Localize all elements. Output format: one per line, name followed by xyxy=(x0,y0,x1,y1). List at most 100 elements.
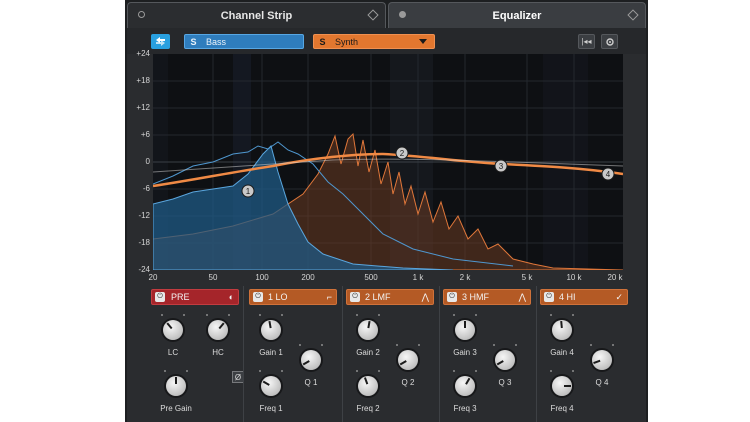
freq-1-knob[interactable] xyxy=(261,376,281,396)
power-icon[interactable]: ⏻ xyxy=(447,292,457,302)
knob-scale xyxy=(257,370,285,374)
band-4: ⏻ 4 HI ✓ Gain 4 Q 4 Freq 4 xyxy=(540,286,632,422)
power-icon[interactable]: ⏻ xyxy=(155,292,165,302)
peak-icon[interactable]: ⋀ xyxy=(422,292,429,303)
divider xyxy=(536,286,537,422)
knob-scale xyxy=(491,344,519,348)
band-name: 2 LMF xyxy=(365,292,391,302)
q-label: Q 3 xyxy=(498,378,512,387)
peak-icon[interactable]: ⋀ xyxy=(519,292,526,303)
gain-3-knob[interactable] xyxy=(455,320,475,340)
freq-label: Freq 2 xyxy=(356,404,380,413)
q-label: Q 2 xyxy=(401,378,415,387)
chevron-down-icon xyxy=(419,39,427,44)
band-1: ⏻ 1 LO ⌐ Gain 1 Q 1 Freq 1 xyxy=(249,286,341,422)
gain-2-knob[interactable] xyxy=(358,320,378,340)
y-tick-label: -12 xyxy=(138,211,150,220)
channel-selector-bass[interactable]: S Bass xyxy=(184,34,304,49)
eq-node-2[interactable]: 2 xyxy=(395,146,409,160)
knob-scale xyxy=(548,314,576,318)
channel-name: Bass xyxy=(206,36,227,47)
x-tick-label: 10 k xyxy=(566,273,582,282)
gain-1-knob[interactable] xyxy=(261,320,281,340)
knob-scale xyxy=(162,370,190,374)
band-name: 4 HI xyxy=(559,292,576,302)
equalizer-panel: S Bass S Synth |◂◂ 1 2 3 4 +24 +18 +12 +… xyxy=(127,28,646,422)
freq-label: Freq 4 xyxy=(550,404,574,413)
knob-scale xyxy=(159,314,187,318)
edit-icon[interactable]: ◐ xyxy=(229,292,234,302)
knob-scale xyxy=(588,344,616,348)
band-name: 1 LO xyxy=(268,292,288,302)
x-tick-label: 200 xyxy=(301,273,315,282)
skip-back-icon: |◂◂ xyxy=(581,37,592,46)
eq-graph: 1 2 3 4 xyxy=(153,54,623,270)
freq-label: Freq 3 xyxy=(453,404,477,413)
band-2-header[interactable]: ⏻ 2 LMF ⋀ xyxy=(346,289,434,305)
q-2-knob[interactable] xyxy=(398,350,418,370)
band-4-header[interactable]: ⏻ 4 HI ✓ xyxy=(540,289,628,305)
freq-2-knob[interactable] xyxy=(358,376,378,396)
svg-text:2: 2 xyxy=(400,149,405,158)
hc-knob[interactable] xyxy=(208,320,228,340)
knob-scale xyxy=(354,314,382,318)
eq-curve-display[interactable]: 1 2 3 4 +24 +18 +12 +6 0 -6 -12 -18 -24 … xyxy=(136,49,623,282)
channel-selector-synth[interactable]: S Synth xyxy=(313,34,435,49)
tab-channel-strip[interactable]: Channel Strip xyxy=(127,2,386,28)
power-icon[interactable]: ⏻ xyxy=(350,292,360,302)
pre-gain-knob[interactable] xyxy=(166,376,186,396)
hc-label: HC xyxy=(212,348,224,357)
q-4-knob[interactable] xyxy=(592,350,612,370)
pin-icon[interactable] xyxy=(367,9,379,21)
pin-icon[interactable] xyxy=(627,9,639,21)
low-shelf-icon[interactable]: ⌐ xyxy=(327,292,332,302)
gain-label: Gain 3 xyxy=(453,348,477,357)
x-tick-label: 2 k xyxy=(459,273,471,282)
power-icon[interactable]: ⏻ xyxy=(544,292,554,302)
equalizer-window: Channel Strip Equalizer S Bass S Synth |… xyxy=(125,0,648,422)
y-tick-label: +24 xyxy=(136,49,150,58)
equalizer-toolbar: S Bass S Synth |◂◂ xyxy=(127,28,646,54)
channel-type-badge: S xyxy=(319,36,326,47)
tab-equalizer[interactable]: Equalizer xyxy=(388,2,646,28)
x-tick-label: 1 k xyxy=(412,273,424,282)
eq-node-3[interactable]: 3 xyxy=(494,159,508,173)
channel-name: Synth xyxy=(335,36,359,47)
knob-scale xyxy=(451,370,479,374)
divider xyxy=(243,286,244,422)
svg-text:3: 3 xyxy=(499,162,504,171)
knob-scale xyxy=(451,314,479,318)
lc-knob[interactable] xyxy=(163,320,183,340)
q-label: Q 1 xyxy=(304,378,318,387)
pre-header[interactable]: ⏻ PRE ◐ xyxy=(151,289,239,305)
band-1-header[interactable]: ⏻ 1 LO ⌐ xyxy=(249,289,337,305)
q-3-knob[interactable] xyxy=(495,350,515,370)
freq-3-knob[interactable] xyxy=(455,376,475,396)
band-2: ⏻ 2 LMF ⋀ Gain 2 Q 2 Freq 2 xyxy=(346,286,438,422)
y-tick-label: +18 xyxy=(136,76,150,85)
y-tick-label: +12 xyxy=(136,103,150,112)
gain-4-knob[interactable] xyxy=(552,320,572,340)
bypass-button[interactable]: |◂◂ xyxy=(578,34,595,49)
power-icon[interactable]: ⏻ xyxy=(253,292,263,302)
eq-node-4[interactable]: 4 xyxy=(601,167,615,181)
pre-section: ⏻ PRE ◐ LC HC Ø Pre Gain xyxy=(151,286,247,422)
tab-indicator-icon xyxy=(399,11,406,18)
y-tick-label: 0 xyxy=(145,157,150,166)
eq-node-1[interactable]: 1 xyxy=(241,184,255,198)
gain-label: Gain 2 xyxy=(356,348,380,357)
y-tick-label: -18 xyxy=(138,238,150,247)
band-name: 3 HMF xyxy=(462,292,489,302)
band-3-header[interactable]: ⏻ 3 HMF ⋀ xyxy=(443,289,531,305)
knob-scale xyxy=(394,344,422,348)
follow-selection-button[interactable] xyxy=(151,34,170,49)
freq-label: Freq 1 xyxy=(259,404,283,413)
x-tick-label: 20 xyxy=(148,273,158,282)
freq-4-knob[interactable] xyxy=(552,376,572,396)
q-1-knob[interactable] xyxy=(301,350,321,370)
gain-label: Gain 1 xyxy=(259,348,283,357)
band-controls: ⏻ PRE ◐ LC HC Ø Pre Gain ⏻ 1 LO ⌐ Gain 1… xyxy=(127,286,646,422)
check-icon[interactable]: ✓ xyxy=(615,292,623,303)
tab-label: Channel Strip xyxy=(220,9,293,22)
settings-button[interactable] xyxy=(601,34,618,49)
